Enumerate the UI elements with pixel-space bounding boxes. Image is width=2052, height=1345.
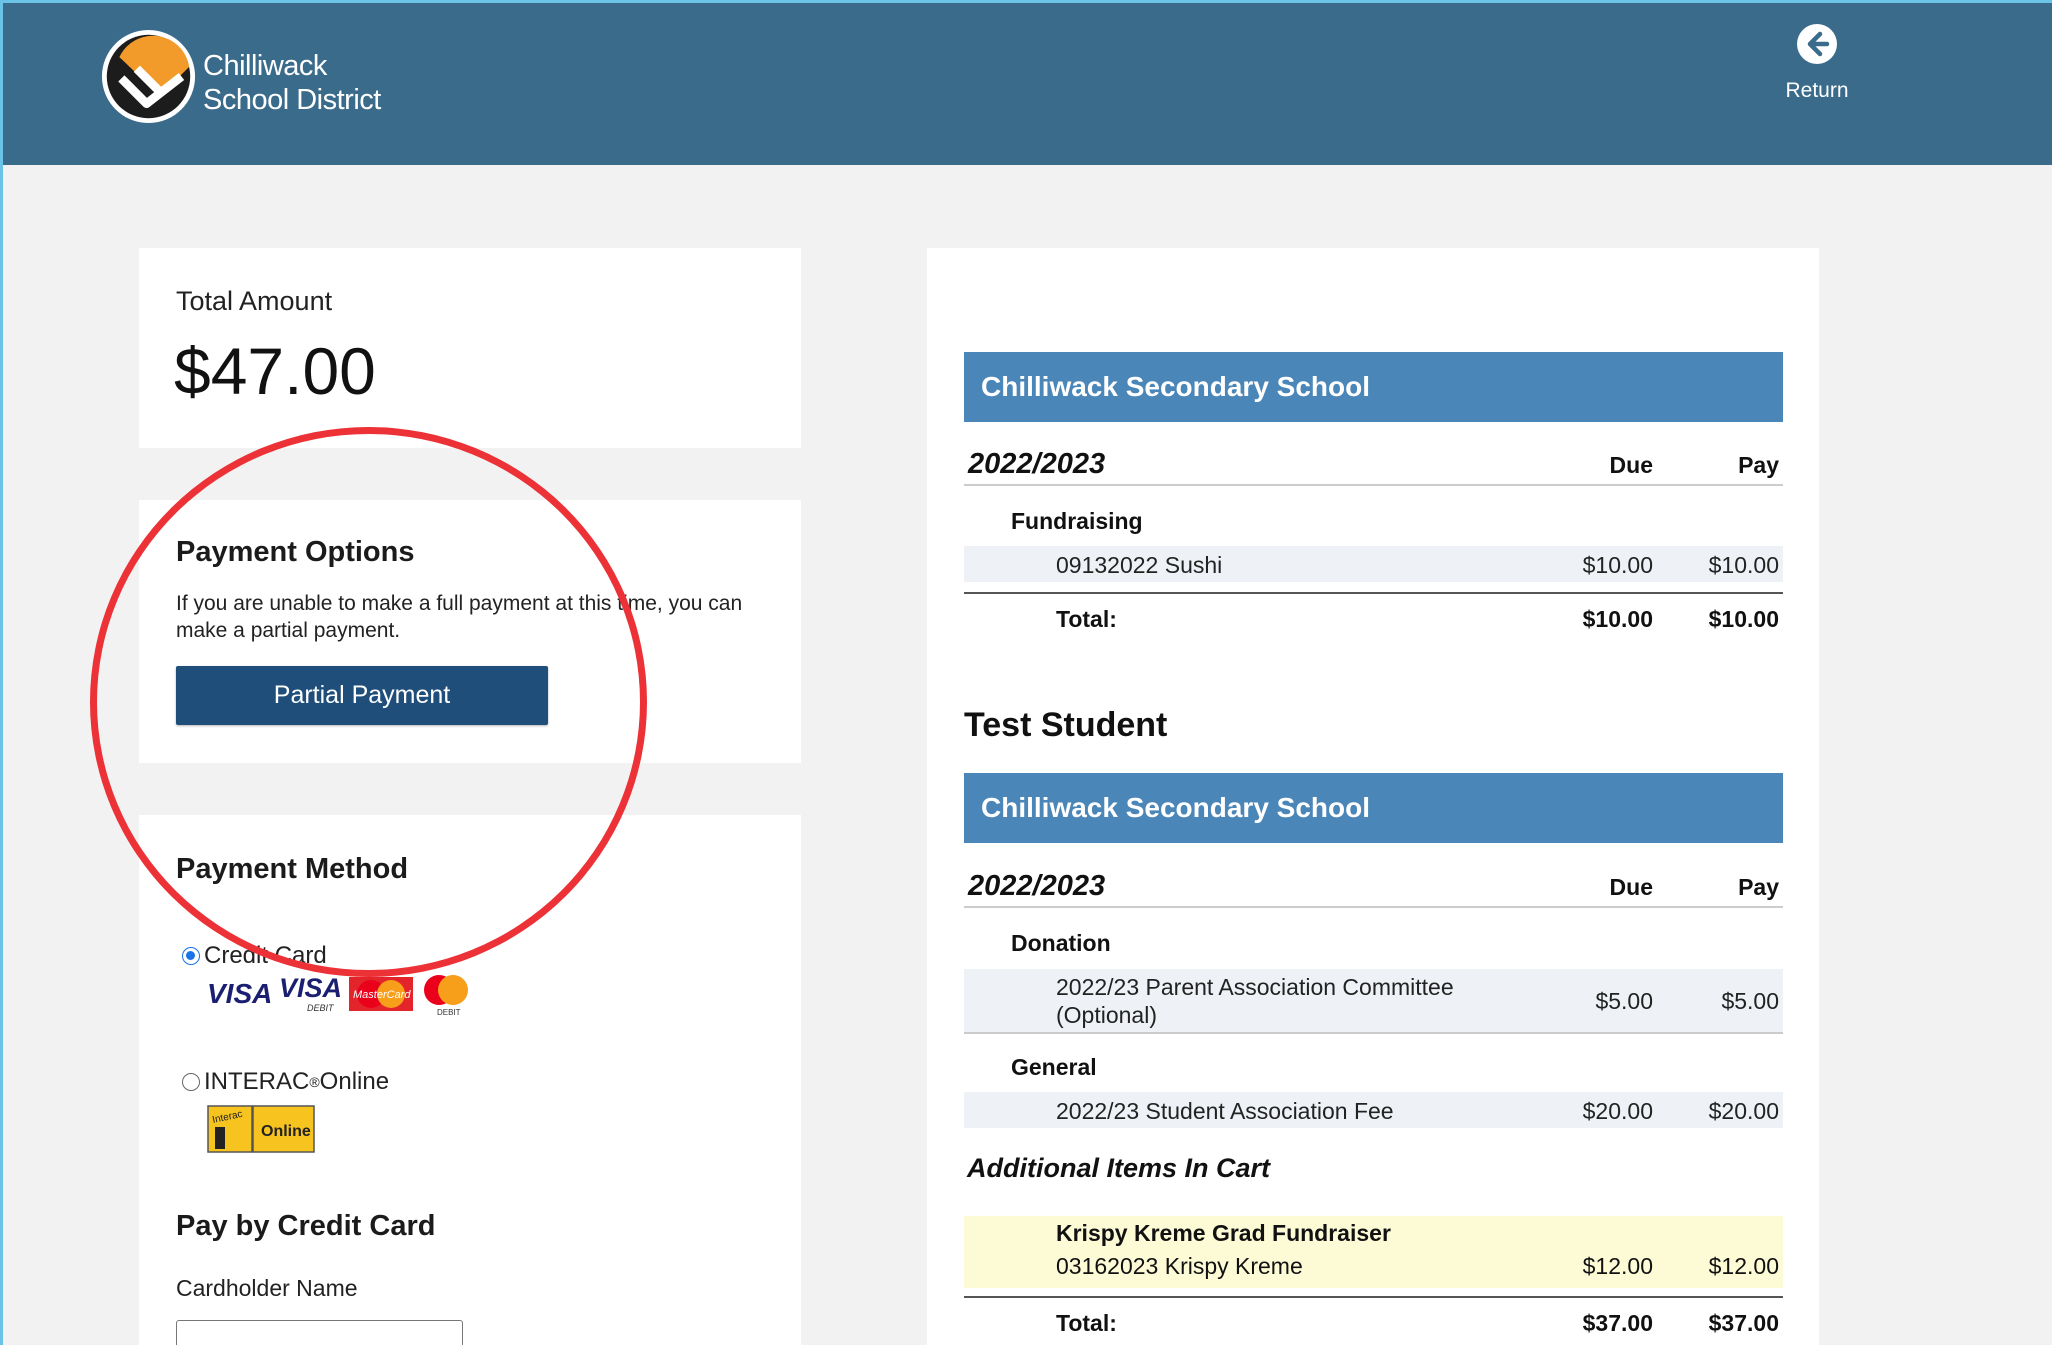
total-label: Total: — [1056, 606, 1117, 632]
cart-item-title: Krispy Kreme Grad Fundraiser — [1056, 1220, 1391, 1246]
year-header-row: 2022/2023 Due Pay — [964, 446, 1783, 486]
cart-item-name: 03162023 Krispy Kreme — [1056, 1253, 1303, 1279]
additional-items-heading: Additional Items In Cart — [967, 1153, 1271, 1183]
category-fundraising: Fundraising — [1011, 508, 1143, 534]
svg-text:VISA: VISA — [207, 978, 271, 1009]
category-general: General — [1011, 1054, 1097, 1080]
pay-column-header: Pay — [1738, 452, 1779, 478]
svg-text:DEBIT: DEBIT — [437, 1008, 461, 1017]
school-year: 2022/2023 — [968, 448, 1106, 480]
item-pay: $5.00 — [1721, 988, 1779, 1014]
item-name: 2022/23 Parent Association Committee (Op… — [1056, 974, 1454, 1028]
svg-text:Online: Online — [261, 1123, 311, 1140]
cart-item-pay: $12.00 — [1708, 1253, 1779, 1279]
total-amount-label: Total Amount — [176, 286, 333, 316]
return-label: Return — [1785, 79, 1849, 102]
payment-method-panel: Payment Method Credit Card VISA VISA DEB… — [139, 815, 801, 1345]
total-row: Total: $10.00 $10.00 — [964, 592, 1783, 640]
total-amount-panel: Total Amount $47.00 — [139, 248, 801, 448]
total-label: Total: — [1056, 1310, 1117, 1336]
visa-debit-icon: VISA DEBIT — [279, 973, 342, 1013]
credit-card-radio[interactable] — [182, 947, 200, 965]
cardholder-name-label: Cardholder Name — [176, 1275, 358, 1301]
pay-column-header: Pay — [1738, 874, 1779, 900]
table-row: 2022/23 Student Association Fee $20.00 $… — [964, 1092, 1783, 1128]
visa-icon: VISA — [207, 978, 271, 1009]
cart-item-due: $12.00 — [1582, 1253, 1653, 1279]
item-name: 2022/23 Student Association Fee — [1056, 1098, 1394, 1124]
total-row: Total: $37.00 $37.00 — [964, 1296, 1783, 1344]
interac-label: INTERAC — [204, 1068, 310, 1095]
back-arrow-icon — [1797, 24, 1837, 64]
payment-options-heading: Payment Options — [176, 536, 415, 568]
credit-card-label: Credit Card — [204, 942, 327, 969]
mastercard-debit-icon: DEBIT — [424, 975, 468, 1017]
total-pay: $37.00 — [1708, 1310, 1779, 1336]
interac-option[interactable]: INTERAC ® Online — [182, 1068, 389, 1096]
table-row: 09132022 Sushi $10.00 $10.00 — [964, 546, 1783, 582]
year-header-row: 2022/2023 Due Pay — [964, 868, 1783, 908]
table-row: 2022/23 Parent Association Committee (Op… — [964, 969, 1783, 1034]
payment-method-heading: Payment Method — [176, 853, 409, 885]
cart-item-row: Krispy Kreme Grad Fundraiser 03162023 Kr… — [964, 1216, 1783, 1288]
district-logo-icon — [101, 29, 196, 124]
return-button[interactable]: Return — [1773, 23, 1861, 103]
payment-options-description: If you are unable to make a full payment… — [176, 592, 743, 642]
student-name: Test Student — [964, 706, 1168, 744]
district-name: Chilliwack School District — [203, 49, 381, 117]
svg-text:VISA: VISA — [279, 973, 342, 1003]
credit-card-option[interactable]: Credit Card — [182, 942, 327, 970]
cart-summary-panel: Chilliwack Secondary School 2022/2023 Du… — [927, 248, 1819, 1345]
school-header: Chilliwack Secondary School — [964, 352, 1783, 422]
due-column-header: Due — [1609, 874, 1653, 900]
school-header: Chilliwack Secondary School — [964, 773, 1783, 843]
card-logos: VISA VISA DEBIT MasterCard DEBIT — [205, 973, 473, 1017]
item-pay: $10.00 — [1708, 552, 1779, 578]
top-bar: Chilliwack School District Return — [3, 3, 2052, 165]
pay-by-credit-card-heading: Pay by Credit Card — [176, 1210, 436, 1242]
interac-online-icon: Interac Online — [207, 1105, 315, 1153]
total-due: $10.00 — [1582, 606, 1653, 632]
brand-line-1: Chilliwack — [203, 50, 327, 82]
item-pay: $20.00 — [1708, 1098, 1779, 1124]
school-year: 2022/2023 — [968, 870, 1106, 902]
item-due: $20.00 — [1582, 1098, 1653, 1124]
brand-line-2: School District — [203, 84, 381, 116]
item-name: 09132022 Sushi — [1056, 552, 1223, 578]
total-pay: $10.00 — [1708, 606, 1779, 632]
interac-label-suffix: Online — [319, 1068, 390, 1095]
partial-payment-button[interactable]: Partial Payment — [176, 666, 548, 725]
payment-options-panel: Payment Options If you are unable to mak… — [139, 500, 801, 763]
due-column-header: Due — [1609, 452, 1653, 478]
svg-text:DEBIT: DEBIT — [307, 1003, 335, 1013]
svg-text:MasterCard: MasterCard — [353, 989, 411, 1001]
cardholder-name-input[interactable] — [176, 1320, 463, 1345]
total-amount-value: $47.00 — [174, 334, 376, 408]
item-due: $5.00 — [1595, 988, 1653, 1014]
item-due: $10.00 — [1582, 552, 1653, 578]
total-due: $37.00 — [1582, 1310, 1653, 1336]
interac-trademark: ® — [309, 1074, 320, 1090]
mastercard-icon: MasterCard — [349, 977, 413, 1011]
category-donation: Donation — [1011, 930, 1111, 956]
interac-radio[interactable] — [182, 1073, 200, 1091]
